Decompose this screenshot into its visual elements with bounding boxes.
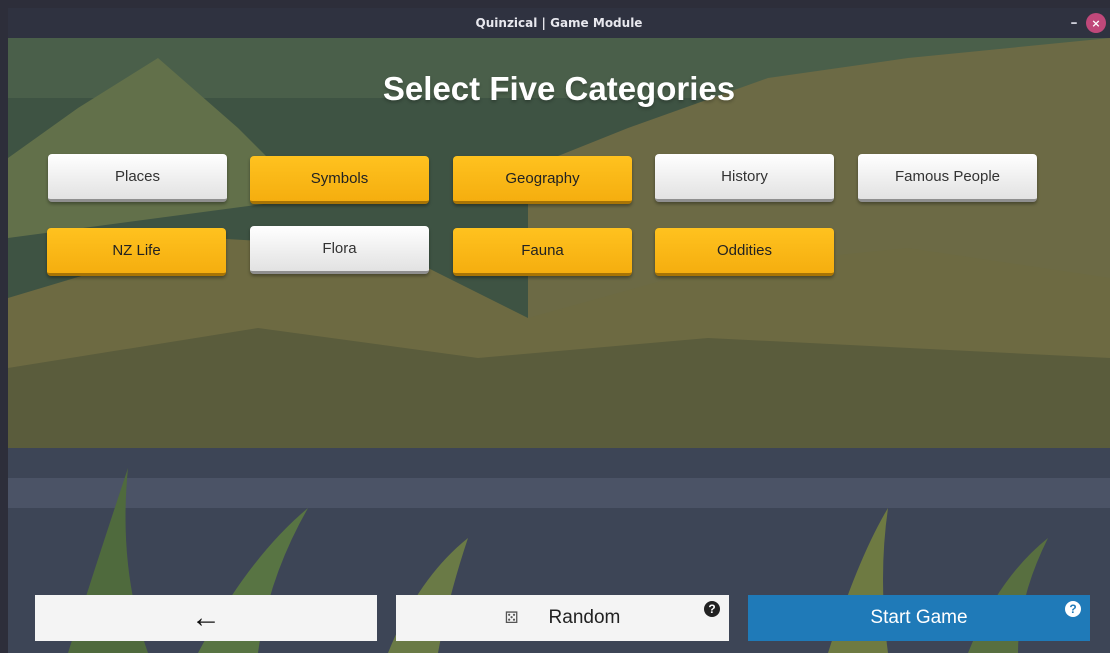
- page-title: Select Five Categories: [382, 70, 736, 107]
- random-button[interactable]: ⚄ Random ?: [396, 595, 729, 641]
- title-bar: Quinzical | Game Module – ×: [8, 8, 1110, 38]
- category-button-places[interactable]: Places: [48, 154, 227, 202]
- start-game-label: Start Game: [870, 607, 968, 628]
- app-window: Quinzical | Game Module – × Select Five …: [8, 8, 1110, 653]
- random-label: Random: [548, 607, 621, 628]
- category-button-geography[interactable]: Geography: [453, 156, 632, 204]
- window-title: Quinzical | Game Module: [475, 16, 643, 30]
- back-button[interactable]: ←: [35, 595, 377, 641]
- category-button-fauna[interactable]: Fauna: [453, 228, 632, 276]
- start-game-button[interactable]: Start Game ?: [748, 595, 1090, 641]
- landscape-background: [8, 38, 1110, 653]
- category-button-symbols[interactable]: Symbols: [250, 156, 429, 204]
- minimize-icon[interactable]: –: [1066, 13, 1082, 33]
- start-help-icon[interactable]: ?: [1065, 601, 1081, 617]
- background-scene: [8, 38, 1110, 653]
- category-button-famous-people[interactable]: Famous People: [858, 154, 1037, 202]
- category-button-nz-life[interactable]: NZ Life: [47, 228, 226, 276]
- category-button-history[interactable]: History: [655, 154, 834, 202]
- category-button-oddities[interactable]: Oddities: [655, 228, 834, 276]
- back-arrow-icon: ←: [191, 601, 221, 634]
- dice-icon: ⚄: [504, 610, 519, 627]
- close-icon[interactable]: ×: [1086, 13, 1106, 33]
- random-help-icon[interactable]: ?: [704, 601, 720, 617]
- category-button-flora[interactable]: Flora: [250, 226, 429, 274]
